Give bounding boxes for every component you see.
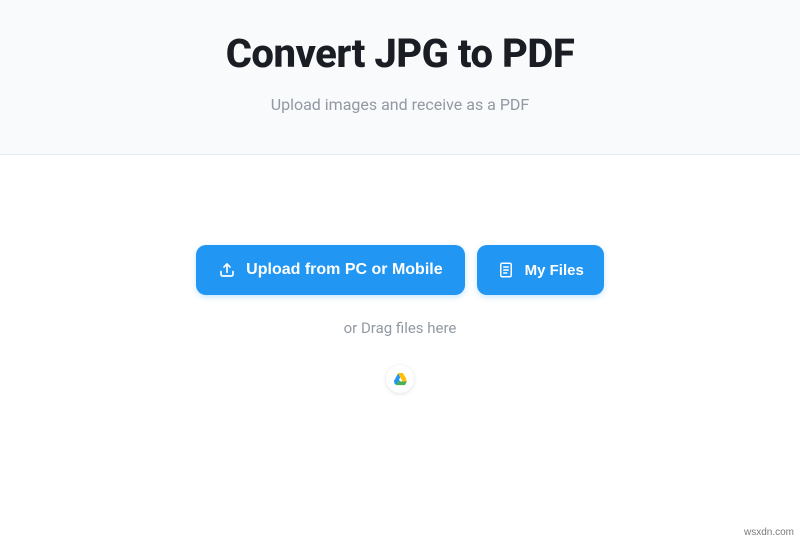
page-subtitle: Upload images and receive as a PDF	[20, 95, 780, 114]
upload-icon	[218, 261, 236, 279]
watermark: wsxdn.com	[744, 527, 794, 538]
google-drive-button[interactable]	[386, 365, 414, 393]
button-row: Upload from PC or Mobile My Files	[196, 245, 604, 295]
google-drive-icon	[393, 373, 408, 386]
myfiles-button-label: My Files	[525, 262, 584, 279]
upload-button[interactable]: Upload from PC or Mobile	[196, 245, 464, 295]
header-section: Convert JPG to PDF Upload images and rec…	[0, 0, 800, 155]
files-icon	[497, 261, 515, 279]
cloud-sources	[386, 365, 414, 393]
upload-area[interactable]: Upload from PC or Mobile My Files or Dra…	[0, 155, 800, 393]
upload-button-label: Upload from PC or Mobile	[246, 261, 442, 279]
page-title: Convert JPG to PDF	[20, 30, 780, 77]
myfiles-button[interactable]: My Files	[477, 245, 604, 295]
drag-hint: or Drag files here	[344, 319, 457, 337]
